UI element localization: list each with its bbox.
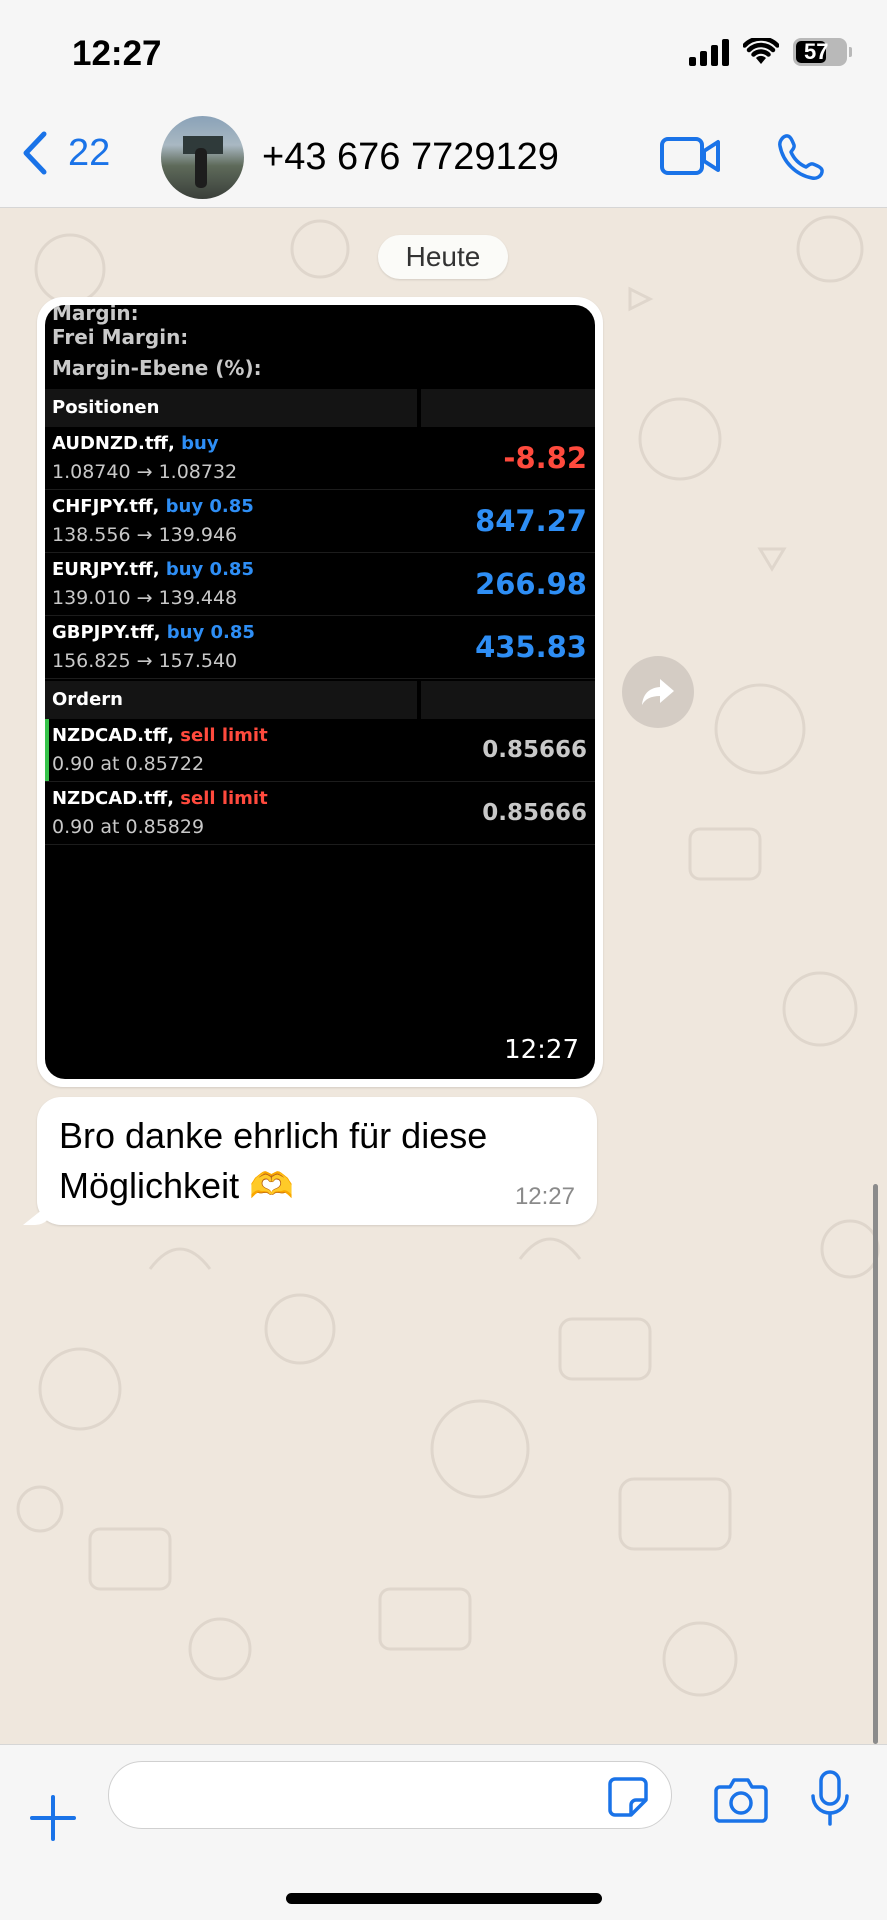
top-bar: 12:27 57 22 +43 676 7729129 <box>0 0 887 208</box>
video-camera-icon[interactable] <box>660 134 722 178</box>
position-prices: 139.010 → 139.448 <box>52 587 238 609</box>
status-time: 12:27 <box>72 34 162 73</box>
position-symbol: EURJPY.tff, <box>52 559 160 580</box>
scrollbar[interactable] <box>873 1184 878 1744</box>
position-profit: 847.27 <box>475 504 587 538</box>
order-price: 0.85666 <box>482 737 587 763</box>
text-message-bubble[interactable]: Bro danke ehrlich für diese Möglichkeit … <box>37 1097 597 1225</box>
trading-screenshot[interactable]: Margin: Frei Margin: Margin-Ebene (%): P… <box>45 305 595 1079</box>
position-prices: 156.825 → 157.540 <box>52 650 238 672</box>
image-message-time: 12:27 <box>504 1035 579 1065</box>
position-symbol: AUDNZD.tff, <box>52 433 175 454</box>
chat-area[interactable]: Heute Margin: Frei Margin: Margin-Ebene … <box>0 209 887 1744</box>
message-composer <box>0 1744 887 1920</box>
message-text: Bro danke ehrlich für diese Möglichkeit … <box>59 1115 488 1206</box>
wifi-icon <box>743 38 779 64</box>
message-time: 12:27 <box>514 1183 575 1210</box>
sticker-icon[interactable] <box>607 1776 649 1818</box>
free-margin-label: Frei Margin: <box>52 325 189 349</box>
position-row: CHFJPY.tff, buy 0.85 138.556 → 139.946 8… <box>45 490 595 553</box>
orders-header: Ordern <box>45 681 595 719</box>
order-symbol: NZDCAD.tff, <box>52 788 175 809</box>
date-separator: Heute <box>378 235 508 279</box>
order-symbol: NZDCAD.tff, <box>52 725 175 746</box>
order-price: 0.85666 <box>482 800 587 826</box>
camera-icon[interactable] <box>714 1775 768 1823</box>
chevron-left-icon <box>23 131 47 175</box>
order-row: NZDCAD.tff, sell limit 0.90 at 0.85829 0… <box>45 782 595 845</box>
contact-name[interactable]: +43 676 7729129 <box>262 136 559 179</box>
order-detail: 0.90 at 0.85722 <box>52 753 205 775</box>
image-message-bubble[interactable]: Margin: Frei Margin: Margin-Ebene (%): P… <box>37 297 603 1087</box>
position-prices: 138.556 → 139.946 <box>52 524 238 546</box>
positions-header: Positionen <box>45 389 595 427</box>
order-side: sell limit <box>180 725 268 746</box>
position-row: GBPJPY.tff, buy 0.85 156.825 → 157.540 4… <box>45 616 595 679</box>
position-side: buy 0.85 <box>165 559 254 580</box>
battery-icon: 57 <box>793 38 852 66</box>
position-row: AUDNZD.tff, buy 1.08740 → 1.08732 -8.82 <box>45 427 595 490</box>
position-row: EURJPY.tff, buy 0.85 139.010 → 139.448 2… <box>45 553 595 616</box>
position-side: buy 0.85 <box>166 622 255 643</box>
order-detail: 0.90 at 0.85829 <box>52 816 205 838</box>
position-profit: 266.98 <box>475 567 587 601</box>
status-icons: 57 <box>689 38 852 66</box>
message-input-box[interactable] <box>108 1761 672 1829</box>
unread-count: 22 <box>68 131 111 174</box>
position-profit: 435.83 <box>475 630 587 664</box>
forward-button[interactable] <box>622 656 694 728</box>
phone-icon[interactable] <box>776 132 826 182</box>
order-side: sell limit <box>180 788 268 809</box>
position-symbol: CHFJPY.tff, <box>52 496 160 517</box>
position-profit: -8.82 <box>503 441 587 475</box>
forward-icon <box>642 679 674 705</box>
contact-avatar[interactable] <box>161 116 244 199</box>
position-side: buy <box>181 433 219 454</box>
plus-icon[interactable] <box>28 1793 78 1843</box>
microphone-icon[interactable] <box>810 1769 850 1827</box>
margin-level-label: Margin-Ebene (%): <box>52 356 262 380</box>
margin-label: Margin: <box>52 305 139 325</box>
order-row: NZDCAD.tff, sell limit 0.90 at 0.85722 0… <box>45 719 595 782</box>
cellular-signal-icon <box>689 38 729 66</box>
position-side: buy 0.85 <box>165 496 254 517</box>
home-indicator <box>286 1893 602 1904</box>
message-input[interactable] <box>109 1762 589 1826</box>
battery-level: 57 <box>804 39 829 64</box>
position-prices: 1.08740 → 1.08732 <box>52 461 238 483</box>
position-symbol: GBPJPY.tff, <box>52 622 161 643</box>
back-button[interactable]: 22 <box>18 130 110 176</box>
